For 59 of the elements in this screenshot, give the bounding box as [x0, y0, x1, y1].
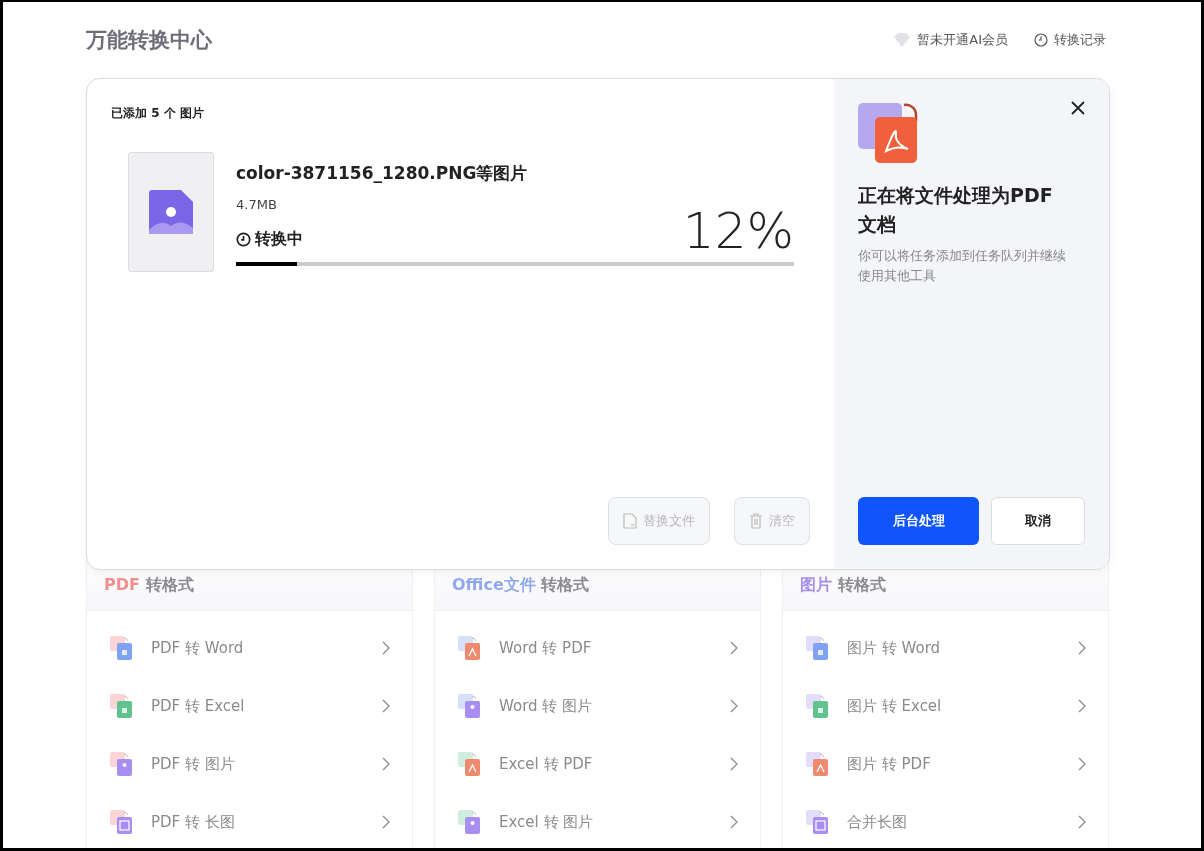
chevron-right-icon [1078, 757, 1086, 771]
close-icon [1071, 101, 1085, 115]
card-title: 图片 转格式 [800, 575, 886, 596]
file-convert-icon [805, 751, 831, 777]
chevron-right-icon [730, 815, 738, 829]
history-link[interactable]: 转换记录 [1034, 31, 1106, 49]
cancel-button[interactable]: 取消 [991, 497, 1085, 545]
vip-link[interactable]: 暂未开通AI会员 [893, 31, 1008, 49]
image-file-icon [149, 190, 193, 234]
file-convert-icon [457, 809, 483, 835]
tool-item[interactable]: Excel 转 PDF [435, 735, 760, 793]
card-title: Office文件 转格式 [452, 575, 590, 596]
processing-title: 正在将文件处理为PDF文档 [858, 183, 1054, 237]
chevron-right-icon [730, 757, 738, 771]
file-icon [623, 513, 637, 529]
tool-item[interactable]: Word 转 图片 [435, 677, 760, 735]
tool-item[interactable]: 图片 转 PDF [783, 735, 1108, 793]
added-count-text: 已添加 5 个 图片 [111, 105, 205, 122]
file-convert-icon [805, 693, 831, 719]
tool-item[interactable]: 图片 转 Excel [783, 677, 1108, 735]
processing-hint: 你可以将任务添加到任务队列并继续使用其他工具 [858, 247, 1067, 285]
file-convert-icon [805, 809, 831, 835]
clock-icon [236, 232, 251, 247]
chevron-right-icon [1078, 641, 1086, 655]
pdf-convert-icon [858, 103, 918, 165]
clock-icon [1034, 33, 1048, 47]
chevron-right-icon [382, 815, 390, 829]
chevron-right-icon [382, 641, 390, 655]
file-convert-icon [109, 693, 135, 719]
chevron-right-icon [730, 641, 738, 655]
file-convert-icon [457, 635, 483, 661]
tool-item[interactable]: PDF 转 Excel [87, 677, 412, 735]
chevron-right-icon [382, 757, 390, 771]
file-convert-icon [109, 809, 135, 835]
diamond-icon [893, 33, 912, 47]
file-convert-icon [805, 635, 831, 661]
file-convert-icon [457, 693, 483, 719]
tool-item[interactable]: PDF 转 图片 [87, 735, 412, 793]
chevron-right-icon [382, 699, 390, 713]
tool-item[interactable]: Word 转 PDF [435, 619, 760, 677]
file-convert-icon [109, 635, 135, 661]
tool-item[interactable]: PDF 转 Word [87, 619, 412, 677]
file-convert-icon [109, 751, 135, 777]
progress-percent: 12% [682, 206, 794, 256]
page-title: 万能转换中心 [86, 27, 212, 54]
file-convert-icon [457, 751, 483, 777]
card-title: PDF 转格式 [104, 575, 194, 596]
file-name: color-3871156_1280.PNG等图片 [236, 162, 529, 185]
trash-icon [749, 513, 763, 529]
chevron-right-icon [1078, 815, 1086, 829]
tool-item[interactable]: Excel 转 图片 [435, 793, 760, 848]
tool-item[interactable]: 合并长图 [783, 793, 1108, 848]
tool-item[interactable]: PDF 转 长图 [87, 793, 412, 848]
file-size: 4.7MB [236, 197, 278, 212]
tool-item[interactable]: 图片 转 Word [783, 619, 1108, 677]
background-process-button[interactable]: 后台处理 [858, 497, 979, 545]
chevron-right-icon [1078, 699, 1086, 713]
chevron-right-icon [730, 699, 738, 713]
status-text: 转换中 [255, 229, 303, 250]
